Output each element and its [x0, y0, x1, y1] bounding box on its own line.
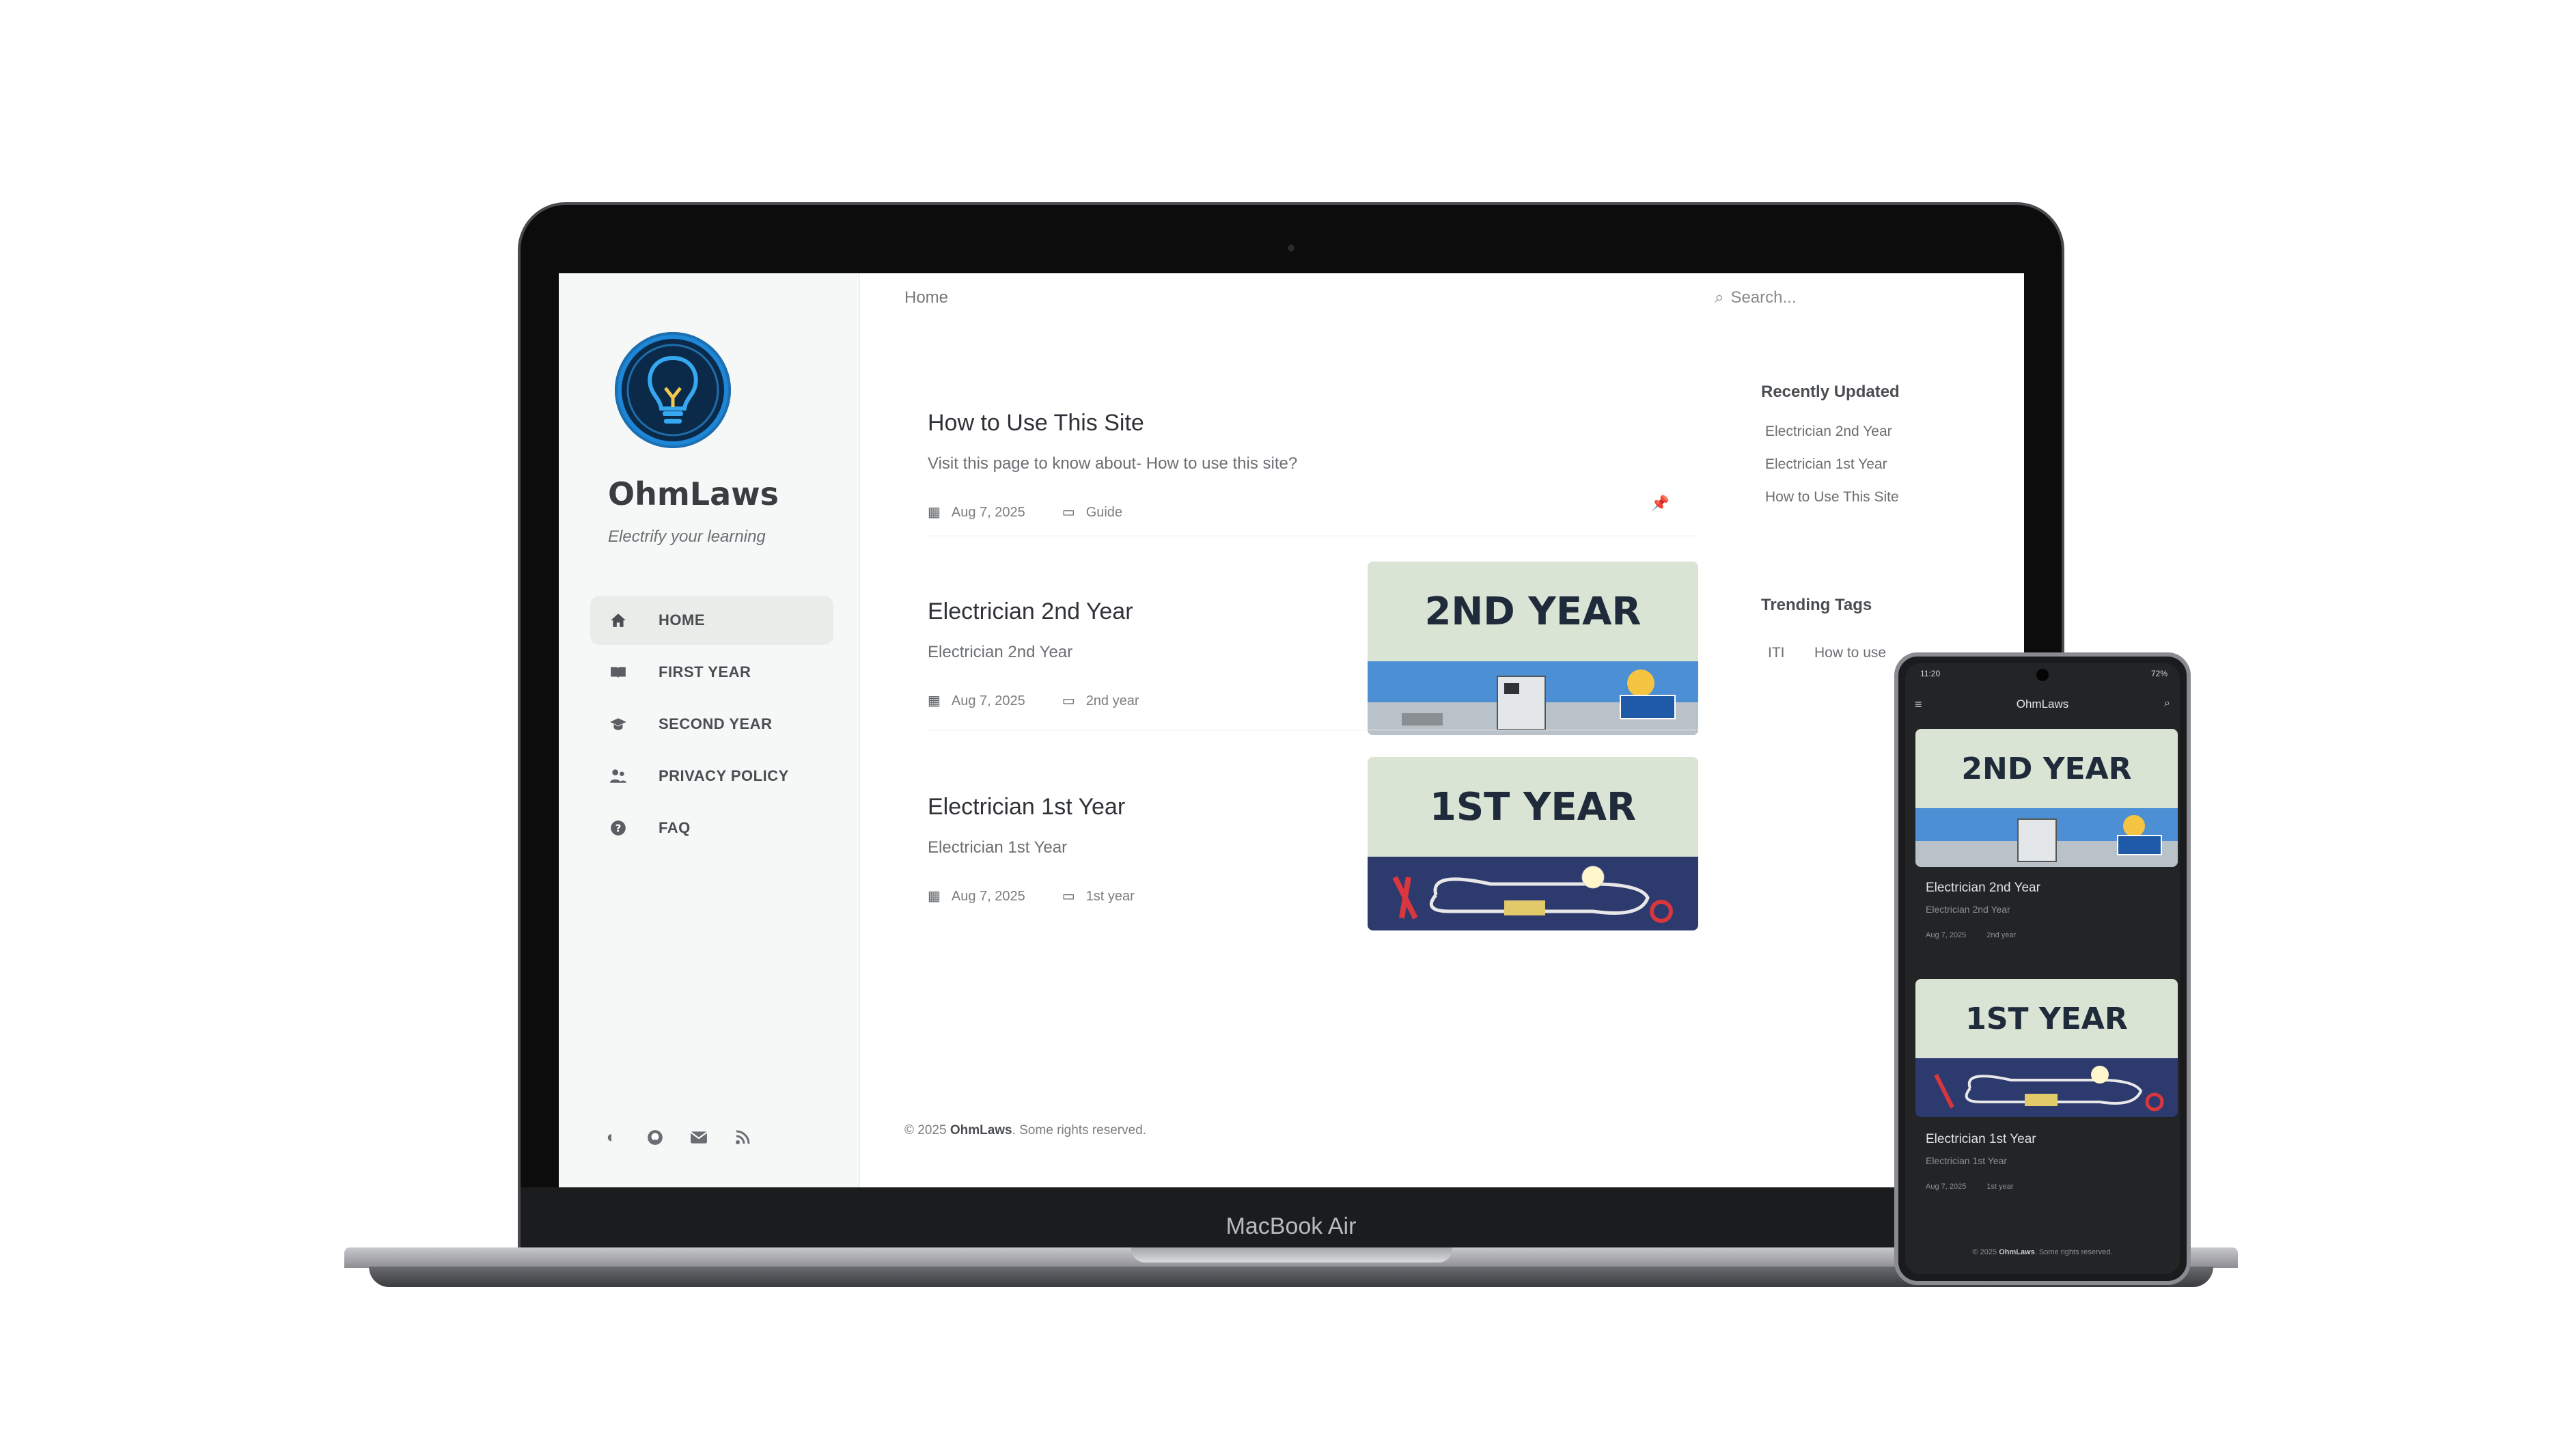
- site-title[interactable]: OhmLaws: [608, 475, 779, 512]
- github-icon[interactable]: [641, 1123, 669, 1152]
- search-icon: ⌕: [1715, 288, 1724, 307]
- trending-tags-heading: Trending Tags: [1761, 596, 1872, 614]
- laptop-chin: MacBook Air: [521, 1187, 2062, 1250]
- phone-card-description: Electrician 2nd Year: [1926, 904, 2010, 915]
- thumbnail-label: 2ND YEAR: [1424, 589, 1642, 634]
- search-icon[interactable]: ⌕: [2164, 698, 2170, 710]
- laptop-notch: [1131, 1247, 1452, 1262]
- post-meta: ▦ Aug 7, 2025 ▭ Guide: [928, 503, 1698, 521]
- tag-link[interactable]: ITI: [1768, 645, 1785, 661]
- svg-text:?: ?: [615, 822, 622, 834]
- phone-card-title[interactable]: Electrician 2nd Year: [1926, 881, 2040, 896]
- post-thumbnail-1st-year[interactable]: 1ST YEAR: [1368, 757, 1698, 930]
- sidebar-item-second-year[interactable]: SECOND YEAR: [590, 700, 833, 749]
- post-title[interactable]: How to Use This Site: [928, 410, 1698, 437]
- post-date: Aug 7, 2025: [951, 889, 1025, 904]
- graduation-cap-icon: [608, 714, 628, 734]
- phone-card-title[interactable]: Electrician 1st Year: [1926, 1132, 2036, 1147]
- recently-updated-link[interactable]: Electrician 2nd Year: [1765, 424, 1892, 440]
- calendar-icon: ▦: [928, 505, 941, 520]
- phone-card-date: Aug 7, 2025: [1926, 931, 1967, 939]
- phone-card-category: 2nd year: [1986, 931, 2017, 939]
- calendar-icon: ▦: [928, 889, 941, 904]
- phone-card-meta: Aug 7, 2025 1st year: [1926, 1183, 2013, 1191]
- folder-icon: ▭: [1062, 889, 1075, 904]
- phone-card-description: Electrician 1st Year: [1926, 1155, 2008, 1166]
- post-category: 2nd year: [1085, 693, 1139, 708]
- calendar-icon: ▦: [928, 693, 941, 708]
- sidebar-item-label: SECOND YEAR: [659, 715, 773, 732]
- site-subtitle: Electrify your learning: [608, 527, 766, 546]
- home-icon: [608, 610, 628, 631]
- pin-icon: 📌: [1650, 495, 1670, 512]
- copyright-prefix: © 2025: [904, 1123, 950, 1137]
- wiring-tools-illustration: [1368, 857, 1698, 930]
- phone-card-date: Aug 7, 2025: [1926, 1183, 1967, 1191]
- sidebar: OhmLaws Electrify your learning HOME FIR…: [559, 273, 860, 1187]
- phone-site-title[interactable]: OhmLaws: [1905, 698, 2180, 711]
- phone-card-thumbnail[interactable]: 2ND YEAR: [1915, 729, 2178, 867]
- thumbnail-label: 2ND YEAR: [1961, 751, 2132, 786]
- sidebar-item-home[interactable]: HOME: [590, 596, 833, 645]
- thumbnail-label: 1ST YEAR: [1429, 784, 1637, 829]
- electrical-panel-illustration: [1915, 808, 2178, 867]
- post-description: Visit this page to know about- How to us…: [928, 454, 1298, 473]
- question-circle-icon: ?: [608, 818, 628, 838]
- phone-battery: 72%: [2150, 669, 2168, 678]
- breadcrumb[interactable]: Home: [904, 288, 948, 307]
- sidebar-item-label: FAQ: [659, 819, 691, 836]
- sidebar-item-label: FIRST YEAR: [659, 663, 751, 680]
- copyright-brand[interactable]: OhmLaws: [950, 1123, 1012, 1137]
- laptop-screen: OhmLaws Electrify your learning HOME FIR…: [559, 273, 2024, 1187]
- thumbnail-label: 1ST YEAR: [1965, 1001, 2128, 1036]
- phone-device: 11:20 72% ≡ OhmLaws ⌕ 2ND YEAR Electrici…: [1894, 652, 2191, 1285]
- phone-card-thumbnail[interactable]: 1ST YEAR: [1915, 979, 2178, 1117]
- lightbulb-logo-icon[interactable]: [615, 332, 731, 448]
- email-icon[interactable]: [684, 1123, 713, 1152]
- laptop-model-label: MacBook Air: [1225, 1213, 1357, 1239]
- users-icon: [608, 766, 628, 786]
- wiring-tools-illustration: [1915, 1058, 2178, 1117]
- recently-updated-heading: Recently Updated: [1761, 383, 1900, 401]
- phone-screen: 11:20 72% ≡ OhmLaws ⌕ 2ND YEAR Electrici…: [1905, 663, 2180, 1274]
- folder-icon: ▭: [1062, 693, 1075, 708]
- sidebar-item-privacy-policy[interactable]: PRIVACY POLICY: [590, 751, 833, 801]
- copyright-prefix: © 2025: [1972, 1248, 1999, 1256]
- copyright-brand[interactable]: OhmLaws: [1999, 1248, 2035, 1256]
- phone-topbar: ≡ OhmLaws ⌕: [1905, 692, 2180, 717]
- copyright-suffix: . Some rights reserved.: [1012, 1123, 1147, 1137]
- copyright-suffix: . Some rights reserved.: [2034, 1248, 2113, 1256]
- post-thumbnail-2nd-year[interactable]: 2ND YEAR: [1368, 562, 1698, 735]
- recently-updated-link[interactable]: Electrician 1st Year: [1765, 456, 1887, 473]
- laptop-camera: [1288, 245, 1294, 251]
- post-card[interactable]: How to Use This Site Visit this page to …: [928, 410, 1698, 521]
- post-category: Guide: [1085, 505, 1123, 520]
- search-input[interactable]: ⌕ Search...: [1715, 288, 1797, 307]
- phone-copyright: © 2025 OhmLaws. Some rights reserved.: [1905, 1248, 2180, 1256]
- rss-icon[interactable]: [728, 1123, 757, 1152]
- sidebar-item-label: HOME: [659, 611, 705, 629]
- post-date: Aug 7, 2025: [951, 505, 1025, 520]
- book-icon: [608, 662, 628, 682]
- phone-card-category: 1st year: [1986, 1183, 2014, 1191]
- sidebar-footer: ◐: [597, 1123, 757, 1152]
- sidebar-item-label: PRIVACY POLICY: [659, 767, 789, 784]
- post-category: 1st year: [1085, 889, 1135, 904]
- folder-icon: ▭: [1062, 505, 1075, 520]
- sidebar-item-first-year[interactable]: FIRST YEAR: [590, 648, 833, 697]
- phone-camera: [2036, 669, 2049, 681]
- phone-time: 11:20: [1920, 669, 1941, 678]
- sidebar-item-faq[interactable]: ? FAQ: [590, 803, 833, 853]
- tag-link[interactable]: How to use: [1814, 645, 1886, 661]
- electrical-panel-illustration: [1368, 661, 1698, 735]
- copyright: © 2025 OhmLaws. Some rights reserved.: [904, 1123, 1146, 1138]
- theme-toggle-icon[interactable]: ◐: [597, 1123, 626, 1152]
- search-placeholder: Search...: [1730, 288, 1797, 307]
- post-date: Aug 7, 2025: [951, 693, 1025, 708]
- phone-card-meta: Aug 7, 2025 2nd year: [1926, 931, 2016, 939]
- sidebar-nav: HOME FIRST YEAR SECOND YEAR PRIVACY POLI…: [590, 596, 833, 855]
- recently-updated-link[interactable]: How to Use This Site: [1765, 489, 1899, 506]
